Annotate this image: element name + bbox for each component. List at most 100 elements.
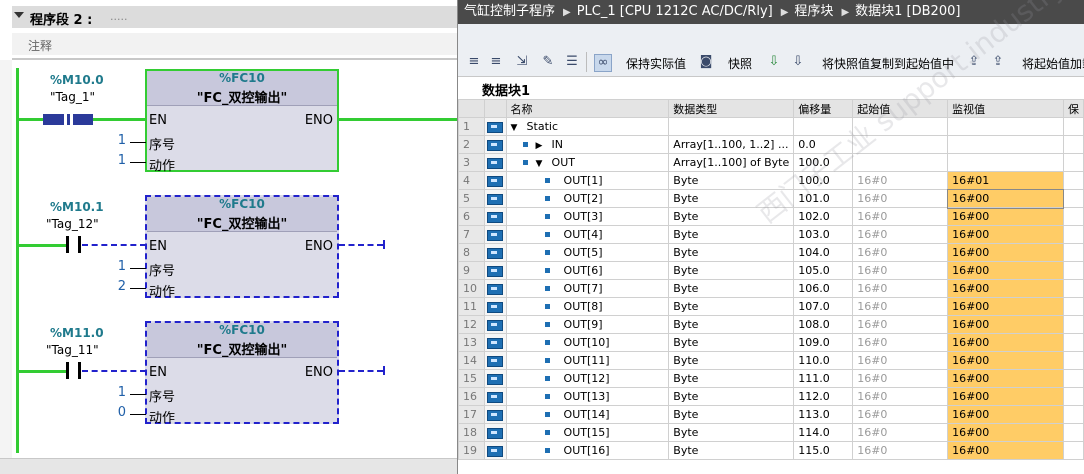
breadcrumb-item[interactable]: 程序块	[788, 4, 833, 19]
data-type[interactable]: Byte	[668, 423, 795, 442]
contact-no[interactable]	[78, 362, 81, 379]
table-row[interactable]: 3 ▼ OUT Array[1..100] of Byte 100.0	[458, 153, 1084, 172]
table-row[interactable]: 14 OUT[11] Byte 110.0 16#0 16#00	[458, 351, 1084, 370]
tag-name[interactable]: OUT[14]	[505, 405, 670, 424]
breadcrumb-item[interactable]: PLC_1 [CPU 1212C AC/DC/Rly]	[571, 4, 773, 19]
retain-cell[interactable]	[1062, 189, 1084, 208]
retain-cell[interactable]	[1062, 225, 1084, 244]
data-type[interactable]: Byte	[668, 279, 795, 298]
data-type[interactable]: Byte	[668, 189, 795, 208]
table-row[interactable]: 18 OUT[15] Byte 114.0 16#0 16#00	[458, 423, 1084, 442]
table-row[interactable]: 17 OUT[14] Byte 113.0 16#0 16#00	[458, 405, 1084, 424]
table-row[interactable]: 9 OUT[6] Byte 105.0 16#0 16#00	[458, 261, 1084, 280]
data-type[interactable]: Byte	[668, 261, 795, 280]
snapshot-button[interactable]: 快照	[728, 55, 752, 72]
table-row[interactable]: 19 OUT[16] Byte 115.0 16#0 16#00	[458, 441, 1084, 460]
contact-no-selected[interactable]	[43, 114, 93, 125]
column-header-retain[interactable]: 保	[1062, 99, 1084, 118]
start-value[interactable]: 16#0	[852, 423, 949, 442]
tag-name[interactable]: OUT[12]	[505, 369, 670, 388]
collapse-network-icon[interactable]	[14, 12, 24, 18]
table-row[interactable]: 1 ▼ Static	[458, 117, 1084, 136]
expand-icon[interactable]: ⇲	[514, 54, 530, 70]
start-value[interactable]: 16#0	[852, 315, 949, 334]
start-value[interactable]	[852, 135, 949, 154]
table-row[interactable]: 13 OUT[10] Byte 109.0 16#0 16#00	[458, 333, 1084, 352]
param-value[interactable]: 0	[106, 405, 126, 420]
copy-snapshot-to-start-button[interactable]: 将快照值复制到起始值中	[822, 55, 954, 72]
tag-name[interactable]: ▶ IN	[505, 135, 670, 154]
copy-snapshot-icon[interactable]: ⇩	[766, 54, 782, 70]
fc-call-box[interactable]: %FC10 "FC_双控输出" EN ENO 序号 动作	[145, 195, 339, 300]
tag-name[interactable]: OUT[16]	[505, 441, 670, 460]
edit-icon[interactable]: ✎	[540, 54, 556, 70]
start-value[interactable]: 16#0	[852, 189, 949, 208]
breadcrumb-item[interactable]: 数据块1 [DB200]	[849, 4, 960, 19]
data-type[interactable]: Byte	[668, 297, 795, 316]
start-value[interactable]: 16#0	[852, 333, 949, 352]
param-value[interactable]: 1	[106, 133, 126, 148]
table-row[interactable]: 7 OUT[4] Byte 103.0 16#0 16#00	[458, 225, 1084, 244]
data-type[interactable]: Byte	[668, 243, 795, 262]
start-value[interactable]: 16#0	[852, 405, 949, 424]
data-type[interactable]: Byte	[668, 171, 795, 190]
column-header-offset[interactable]: 偏移量	[793, 99, 854, 118]
network-comment-row[interactable]	[12, 33, 457, 55]
retain-cell[interactable]	[1062, 351, 1084, 370]
breadcrumb-item[interactable]: 气缸控制子程序	[458, 4, 555, 19]
tag-name[interactable]: OUT[8]	[505, 297, 670, 316]
start-value[interactable]	[852, 117, 949, 136]
table-row[interactable]: 16 OUT[13] Byte 112.0 16#0 16#00	[458, 387, 1084, 406]
tag-name[interactable]: OUT[3]	[505, 207, 670, 226]
tag-name[interactable]: OUT[7]	[505, 279, 670, 298]
data-type[interactable]: Byte	[668, 369, 795, 388]
table-row[interactable]: 4 OUT[1] Byte 100.0 16#0 16#01	[458, 171, 1084, 190]
retain-cell[interactable]	[1062, 261, 1084, 280]
data-type[interactable]: Byte	[668, 441, 795, 460]
retain-cell[interactable]	[1062, 315, 1084, 334]
start-value[interactable]: 16#0	[852, 261, 949, 280]
retain-cell[interactable]	[1062, 333, 1084, 352]
column-header-name[interactable]: 名称	[505, 99, 670, 118]
param-value[interactable]: 1	[106, 153, 126, 168]
retain-cell[interactable]	[1062, 387, 1084, 406]
param-value[interactable]: 2	[106, 279, 126, 294]
snapshot-db-icon[interactable]: ◙	[698, 54, 714, 70]
column-header-type[interactable]: 数据类型	[668, 99, 795, 118]
fc-call-box[interactable]: %FC10 "FC_双控输出" EN ENO 序号 动作	[145, 321, 339, 426]
data-type[interactable]: Byte	[668, 207, 795, 226]
retain-cell[interactable]	[1062, 243, 1084, 262]
start-value[interactable]: 16#0	[852, 171, 949, 190]
keep-actual-values-button[interactable]: 保持实际值	[626, 55, 686, 72]
tag-name[interactable]: OUT[9]	[505, 315, 670, 334]
data-type[interactable]: Byte	[668, 225, 795, 244]
param-value[interactable]: 1	[106, 259, 126, 274]
retain-cell[interactable]	[1062, 297, 1084, 316]
tag-name[interactable]: OUT[10]	[505, 333, 670, 352]
data-type[interactable]: Byte	[668, 315, 795, 334]
table-row[interactable]: 8 OUT[5] Byte 104.0 16#0 16#00	[458, 243, 1084, 262]
tag-name[interactable]: OUT[13]	[505, 387, 670, 406]
table-row[interactable]: 15 OUT[12] Byte 111.0 16#0 16#00	[458, 369, 1084, 388]
add-row-icon[interactable]: ≡	[488, 54, 504, 70]
tag-name[interactable]: OUT[4]	[505, 225, 670, 244]
retain-cell[interactable]	[1062, 153, 1084, 172]
data-type[interactable]: Byte	[668, 351, 795, 370]
retain-cell[interactable]	[1062, 369, 1084, 388]
fc-call-box[interactable]: %FC10 "FC_双控输出" EN ENO 序号 动作	[145, 69, 339, 174]
monitor-glasses-icon[interactable]: ∞	[594, 54, 612, 72]
data-type[interactable]: Array[1..100] of Byte	[668, 153, 795, 172]
table-row[interactable]: 6 OUT[3] Byte 102.0 16#0 16#00	[458, 207, 1084, 226]
retain-cell[interactable]	[1062, 405, 1084, 424]
tag-name[interactable]: OUT[5]	[505, 243, 670, 262]
start-value[interactable]: 16#0	[852, 243, 949, 262]
table-row[interactable]: 5 OUT[2] Byte 101.0 16#0 16#00	[458, 188, 1084, 209]
table-row[interactable]: 10 OUT[7] Byte 106.0 16#0 16#00	[458, 279, 1084, 298]
network-title-placeholder[interactable]: .....	[110, 10, 127, 23]
column-header-start[interactable]: 起始值	[852, 99, 949, 118]
network-comment[interactable]: 注释	[28, 37, 52, 54]
start-value[interactable]: 16#0	[852, 351, 949, 370]
tag-name[interactable]: ▼ Static	[505, 117, 670, 136]
load-start-values-button[interactable]: 将起始值加载	[1022, 55, 1084, 72]
contact-no[interactable]	[66, 362, 69, 379]
